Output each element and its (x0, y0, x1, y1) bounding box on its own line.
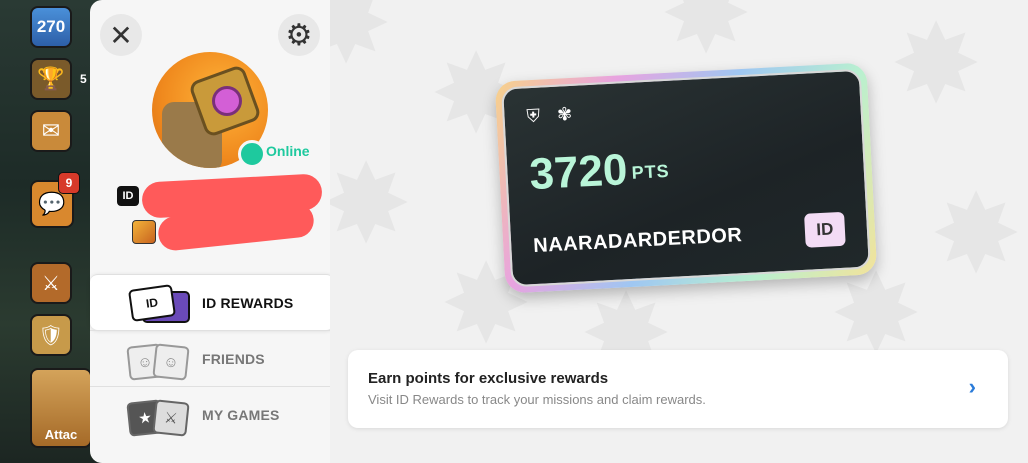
friends-icon: ☺ ☺ (126, 341, 190, 381)
menu-item-label: ID REWARDS (202, 294, 294, 311)
gear-icon: ⚙ (285, 18, 313, 52)
online-status-label: Online (266, 143, 310, 159)
menu-item-label: FRIENDS (202, 350, 265, 367)
points-value: 3720 (528, 145, 629, 200)
id-card-icon: ID (127, 283, 190, 323)
trophy-icon[interactable]: 🏆 (30, 58, 72, 100)
earn-points-subtitle: Visit ID Rewards to track your missions … (368, 392, 706, 407)
clan-icon[interactable]: 🛡 (30, 314, 72, 356)
id-rewards-points-card[interactable]: ⛨ ✾ 3720 PTS NAARADARDERDOR ID (494, 62, 878, 294)
friend-face-icon: ☺ (152, 342, 190, 381)
games-icon: ★ ⚔ (126, 397, 190, 437)
trophy-count-fragment: 5 (80, 72, 87, 86)
close-icon: ✕ (109, 19, 133, 51)
id-card-front: ID (127, 283, 177, 322)
settings-button[interactable]: ⚙ (278, 14, 320, 56)
xp-level-badge[interactable]: 270 (30, 6, 72, 48)
rewards-content: ✸ ✸ ✸ ✸ ✸ ✸ ✸ ✸ ✸ ⛨ ✾ 3720 PTS NAARADARD… (330, 0, 1028, 463)
earn-points-title: Earn points for exclusive rewards (368, 370, 609, 387)
menu-item-label: MY GAMES (202, 406, 280, 423)
star-pattern-icon: ✸ (330, 0, 393, 86)
points-unit: PTS (631, 160, 671, 183)
chevron-right-icon: › (968, 374, 976, 399)
menu-item-my-games[interactable]: ★ ⚔ MY GAMES (90, 386, 330, 442)
star-pattern-icon: ✸ (660, 0, 753, 76)
avatar-cannon-muzzle (212, 86, 242, 116)
sword-game-icon: ⚔ (152, 398, 190, 437)
swords-icon[interactable]: ⚔ (30, 262, 72, 304)
game-background: 270 🏆 ✉ 💬 9 ⚔ 🛡 Attac (0, 0, 100, 463)
card-id-badge: ID (804, 211, 846, 248)
close-button[interactable]: ✕ (100, 14, 142, 56)
earn-points-row[interactable]: Earn points for exclusive rewards Visit … (348, 350, 1008, 428)
star-pattern-icon: ✸ (330, 143, 413, 266)
panel-menu: ID ID REWARDS ☺ ☺ FRIENDS ★ ⚔ MY GAMES (90, 274, 334, 442)
game-app-icon (132, 220, 156, 244)
points-card-body: ⛨ ✾ 3720 PTS NAARADARDERDOR ID (501, 68, 871, 288)
menu-item-id-rewards[interactable]: ID ID REWARDS (90, 274, 334, 330)
online-status-dot (238, 140, 266, 168)
star-pattern-icon: ✸ (890, 3, 983, 126)
star-pattern-icon: ✸ (930, 173, 1023, 296)
profile-panel: ✕ ⚙ Online ID ID ID REWARDS ☺ ☺ FRIENDS (90, 0, 334, 463)
card-player-name: NAARADARDERDOR (532, 224, 743, 258)
menu-item-friends[interactable]: ☺ ☺ FRIENDS (90, 330, 330, 386)
mail-icon[interactable]: ✉ (30, 110, 72, 152)
id-badge-icon: ID (117, 186, 139, 206)
chat-notification-badge: 9 (58, 172, 80, 194)
card-emblem-icons: ⛨ ✾ (526, 103, 579, 127)
attack-button[interactable]: Attac (30, 368, 92, 448)
